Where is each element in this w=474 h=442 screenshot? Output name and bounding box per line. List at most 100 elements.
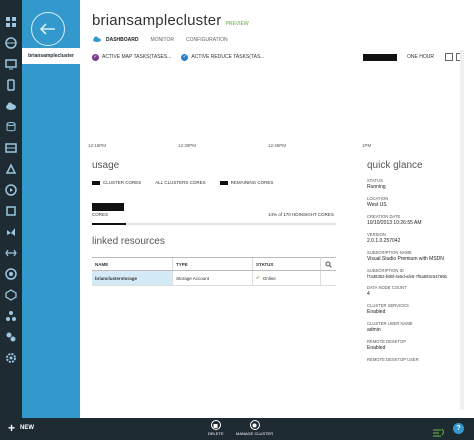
cluster-list-panel: briansamplecluster bbox=[22, 0, 80, 418]
all-items-icon[interactable] bbox=[3, 14, 19, 30]
tab-monitor[interactable]: MONITOR bbox=[151, 37, 175, 43]
tab-dashboard[interactable]: DASHBOARD bbox=[106, 37, 139, 43]
cores-summary: 14% of 170 HDINSIGHT CORES bbox=[268, 212, 334, 217]
traffic-manager-icon[interactable] bbox=[3, 329, 19, 345]
page-title: briansamplecluster bbox=[92, 12, 222, 29]
preview-badge: PREVIEW bbox=[225, 21, 249, 27]
qg-data-node-count: DATA NODE COUNT 4 bbox=[367, 285, 407, 297]
qg-cluster-services: CLUSTER SERVICES Enabled bbox=[367, 303, 409, 315]
check-icon: ✓ bbox=[181, 53, 189, 61]
qg-creation-date: CREATION DATE 10/10/2013 10:26:55 AM bbox=[367, 214, 422, 226]
x-tick-label: 12:45PM bbox=[268, 143, 287, 148]
qg-status: STATUS Running bbox=[367, 178, 386, 190]
arrow-left-icon bbox=[40, 23, 55, 35]
check-icon: ✔ bbox=[256, 275, 260, 280]
back-button[interactable] bbox=[31, 12, 65, 46]
time-range: ONE HOUR bbox=[363, 53, 464, 61]
cloud-services-icon[interactable] bbox=[3, 98, 19, 114]
new-button[interactable]: + NEW bbox=[8, 421, 35, 435]
new-label: NEW bbox=[20, 425, 35, 431]
legend-cluster-cores: CLUSTER CORES bbox=[92, 180, 141, 185]
command-bar: + NEW DELETE MANAGE CLUSTER ? bbox=[0, 418, 474, 440]
col-name[interactable]: NAME bbox=[92, 258, 172, 270]
trash-icon bbox=[210, 420, 221, 430]
status-text: Online bbox=[262, 275, 276, 281]
legend-remaining-cores: REMAINING CORES bbox=[219, 180, 274, 185]
quick-glance: quick glance STATUS Running LOCATION West … bbox=[367, 160, 471, 368]
plus-icon: + bbox=[8, 421, 16, 435]
left-nav bbox=[0, 0, 22, 418]
manage-label: MANAGE CLUSTER bbox=[236, 431, 274, 436]
legend-label: ALL CLUSTERS CORES bbox=[155, 180, 206, 185]
web-sites-icon[interactable] bbox=[3, 35, 19, 51]
qg-subscription-id: SUBSCRIPTION ID f7a38352-b9bf-4e5d-afe5-7… bbox=[367, 268, 447, 279]
check-icon: ✓ bbox=[92, 53, 99, 61]
settings-icon[interactable] bbox=[3, 350, 19, 366]
manage-icon bbox=[249, 420, 260, 430]
metric-map-tasks[interactable]: ✓ ACTIVE MAP TASKS(TASES... bbox=[92, 53, 172, 61]
help-button[interactable]: ? bbox=[453, 423, 464, 434]
qg-remote-desktop-user: REMOTE DESKTOP USER bbox=[367, 357, 419, 362]
resource-type: Storage Account bbox=[172, 271, 252, 285]
qg-location: LOCATION West US bbox=[367, 196, 389, 208]
cores-usage-bar bbox=[92, 223, 336, 225]
tab-bar: DASHBOARD MONITOR CONFIGURATION bbox=[92, 36, 240, 44]
mobile-services-icon[interactable] bbox=[3, 77, 19, 93]
delete-button[interactable]: DELETE bbox=[208, 420, 224, 436]
qg-cluster-user: CLUSTER USER NAME admin bbox=[367, 321, 413, 333]
cores-label: CORES bbox=[92, 212, 109, 217]
cores-value bbox=[92, 203, 124, 211]
tab-configuration[interactable]: CONFIGURATION bbox=[186, 37, 228, 43]
linked-resources-heading: linked resources bbox=[92, 236, 165, 247]
cloud-icon bbox=[92, 36, 101, 44]
cache-icon[interactable] bbox=[3, 245, 19, 261]
metric-reduce-tasks[interactable]: ✓ ACTIVE REDUCE TASKS(TAS... bbox=[181, 53, 265, 61]
sql-databases-icon[interactable] bbox=[3, 119, 19, 135]
media-services-icon[interactable] bbox=[3, 182, 19, 198]
visual-studio-icon[interactable] bbox=[3, 224, 19, 240]
usage-legend: CLUSTER CORES ALL CLUSTERS CORES REMAINI… bbox=[92, 180, 287, 185]
main-content: briansamplecluster PREVIEW DASHBOARD MON… bbox=[80, 0, 474, 418]
time-range-label[interactable]: ONE HOUR bbox=[407, 54, 434, 60]
table-row[interactable]: brianclusterstorage Storage Account ✔ On… bbox=[92, 271, 336, 286]
table-header: NAME TYPE STATUS bbox=[92, 257, 336, 271]
delete-label: DELETE bbox=[208, 431, 224, 436]
header: briansamplecluster PREVIEW bbox=[92, 12, 249, 29]
qg-remote-desktop: REMOTE DESKTOP Enabled bbox=[367, 339, 407, 351]
qg-version: VERSION 2.0.1.0.257042 bbox=[367, 232, 401, 244]
storage-icon[interactable] bbox=[3, 140, 19, 156]
legend-swatch bbox=[219, 180, 228, 185]
cores-usage-fill bbox=[92, 223, 127, 225]
x-tick-label: 1PM bbox=[362, 143, 372, 148]
biztalk-icon[interactable] bbox=[3, 266, 19, 282]
time-range-dropdown[interactable] bbox=[363, 53, 398, 61]
recovery-services-icon[interactable] bbox=[3, 287, 19, 303]
metric-label: ACTIVE REDUCE TASKS(TAS... bbox=[191, 54, 265, 60]
legend-all-cores: ALL CLUSTERS CORES bbox=[155, 180, 205, 185]
qg-subscription-name: SUBSCRIPTION NAME Visual Studio Premium w… bbox=[367, 250, 444, 262]
legend-swatch bbox=[92, 180, 100, 185]
virtual-machines-icon[interactable] bbox=[3, 56, 19, 72]
metric-label: ACTIVE MAP TASKS(TASES... bbox=[102, 54, 172, 60]
notifications-icon[interactable] bbox=[432, 424, 445, 442]
manage-cluster-button[interactable]: MANAGE CLUSTER bbox=[236, 420, 273, 436]
relative-view-icon[interactable] bbox=[445, 53, 453, 61]
networks-icon[interactable] bbox=[3, 308, 19, 324]
resource-status: ✔ Online bbox=[252, 271, 320, 285]
legend-label: REMAINING CORES bbox=[230, 180, 274, 185]
x-tick-label: 12:15PM bbox=[88, 143, 107, 148]
linked-resources-table: NAME TYPE STATUS brianclusterstorage Sto… bbox=[92, 257, 336, 286]
col-type[interactable]: TYPE bbox=[172, 258, 252, 270]
hdinsight-icon[interactable] bbox=[3, 161, 19, 177]
col-status[interactable]: STATUS bbox=[252, 258, 320, 270]
legend-label: CLUSTER CORES bbox=[103, 180, 142, 185]
side-item-selected[interactable]: briansamplecluster bbox=[22, 48, 80, 64]
x-tick-label: 12:30PM bbox=[178, 143, 197, 148]
search-icon[interactable] bbox=[320, 258, 336, 270]
resource-name[interactable]: brianclusterstorage bbox=[92, 271, 172, 285]
cores-block: CORES bbox=[92, 203, 124, 217]
usage-heading: usage bbox=[92, 160, 120, 171]
service-bus-icon[interactable] bbox=[3, 203, 19, 219]
metrics-selector: ✓ ACTIVE MAP TASKS(TASES... ✓ ACTIVE RED… bbox=[92, 53, 464, 61]
scrollbar[interactable] bbox=[460, 50, 464, 410]
